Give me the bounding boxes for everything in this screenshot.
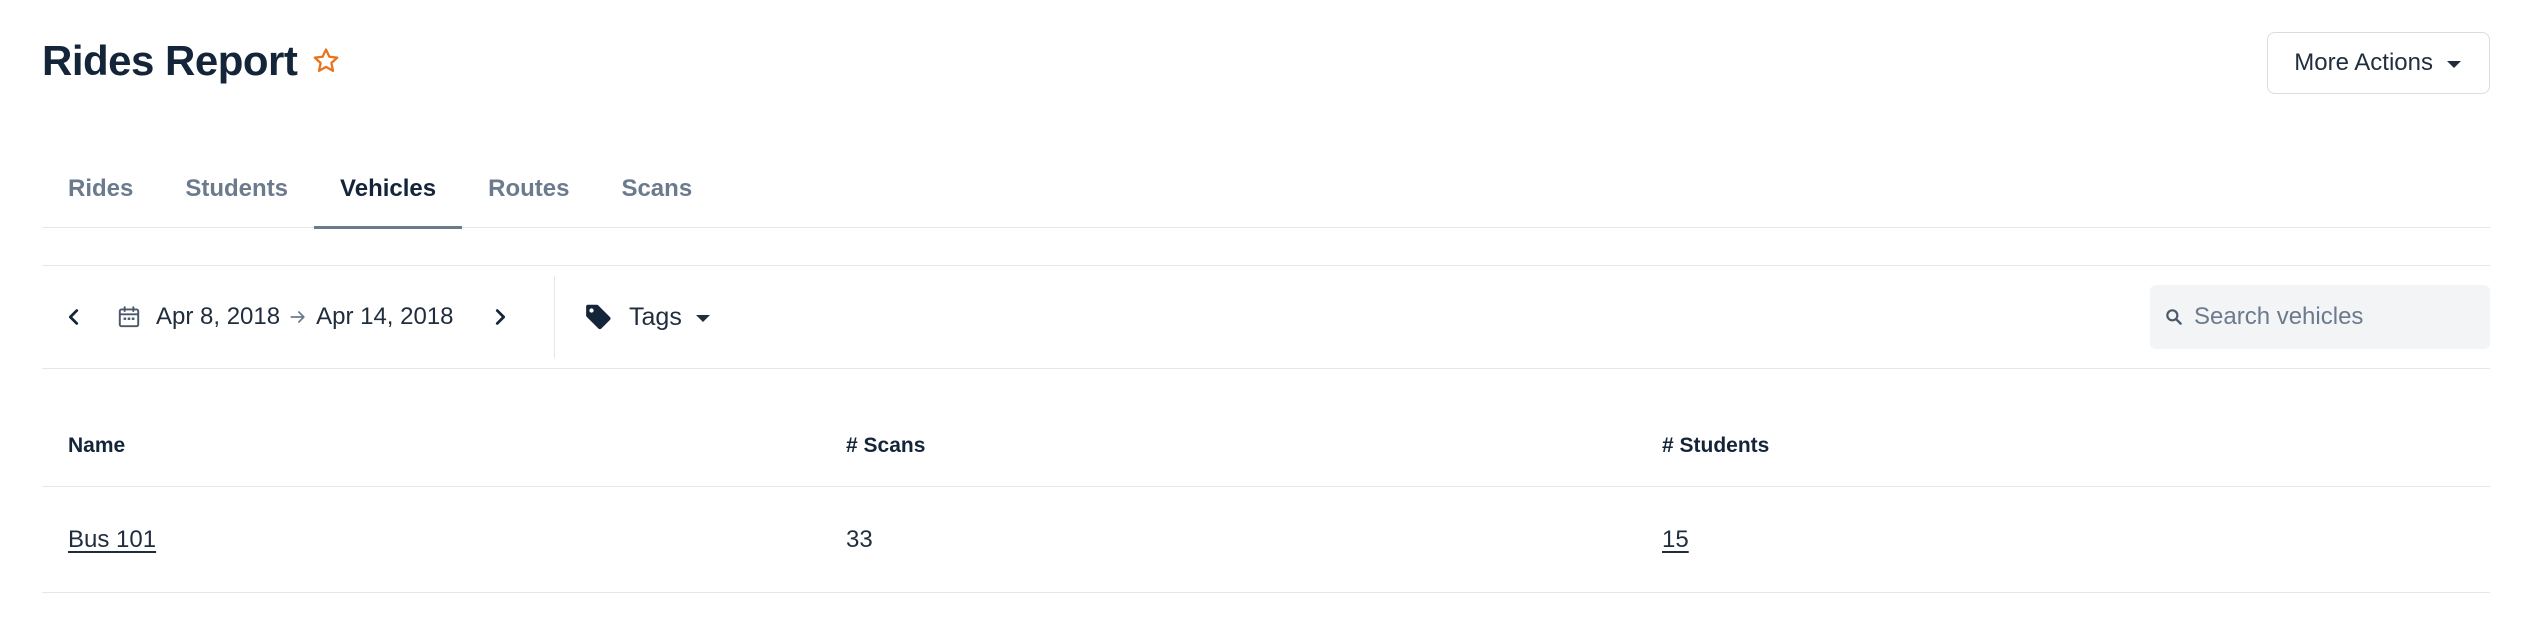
search-box[interactable] (2150, 285, 2490, 349)
tab-scans[interactable]: Scans (595, 150, 718, 227)
date-range-end: Apr 14, 2018 (316, 303, 454, 330)
search-icon (2164, 307, 2184, 327)
page: Rides Report More Actions Rides Students… (0, 0, 2524, 628)
more-actions-button[interactable]: More Actions (2267, 32, 2490, 94)
scans-count-cell: 33 (846, 525, 873, 553)
calendar-icon (116, 304, 142, 330)
chevron-right-icon (495, 309, 505, 325)
tab-rides[interactable]: Rides (42, 150, 159, 227)
search-input[interactable] (2192, 302, 2476, 332)
table-row: Bus 101 33 15 (42, 487, 2490, 593)
tab-label: Students (185, 174, 289, 202)
more-actions-label: More Actions (2294, 49, 2433, 76)
caret-down-icon (695, 315, 710, 322)
page-header: Rides Report (42, 30, 341, 92)
table-header-row: Name # Scans # Students (42, 406, 2490, 487)
tab-label: Rides (68, 174, 134, 202)
tab-label: Scans (621, 174, 693, 202)
tags-filter-button[interactable]: Tags (583, 292, 710, 342)
chevron-left-icon (68, 309, 79, 325)
tab-routes[interactable]: Routes (462, 150, 595, 227)
students-count-link[interactable]: 15 (1662, 526, 1689, 553)
column-header-scans[interactable]: # Scans (846, 434, 1662, 458)
page-title: Rides Report (42, 37, 298, 84)
tag-icon (583, 302, 613, 332)
star-icon[interactable] (311, 46, 341, 76)
column-header-students[interactable]: # Students (1662, 434, 2490, 458)
date-range-picker[interactable]: Apr 8, 2018 Apr 14, 2018 (116, 292, 454, 342)
tab-students[interactable]: Students (159, 150, 314, 227)
caret-down-icon (2447, 61, 2461, 68)
arrow-right-icon (288, 307, 308, 327)
tab-label: Routes (488, 174, 570, 202)
tab-label: Vehicles (340, 174, 437, 202)
vehicle-name-link[interactable]: Bus 101 (68, 526, 156, 553)
tags-label: Tags (629, 302, 682, 331)
vehicles-table: Name # Scans # Students Bus 101 33 15 (42, 406, 2490, 593)
toolbar-divider (553, 276, 556, 358)
next-period-button[interactable] (480, 297, 520, 337)
students-count-cell: 15 (1662, 526, 2490, 554)
tab-bar: Rides Students Vehicles Routes Scans (42, 150, 2490, 229)
date-range-start: Apr 8, 2018 (156, 303, 281, 330)
previous-period-button[interactable] (54, 297, 94, 337)
vehicle-name-cell: Bus 101 (42, 526, 846, 554)
filter-toolbar: Apr 8, 2018 Apr 14, 2018 Tags (42, 265, 2490, 369)
column-header-name[interactable]: Name (42, 434, 846, 458)
tab-vehicles[interactable]: Vehicles (314, 150, 463, 229)
